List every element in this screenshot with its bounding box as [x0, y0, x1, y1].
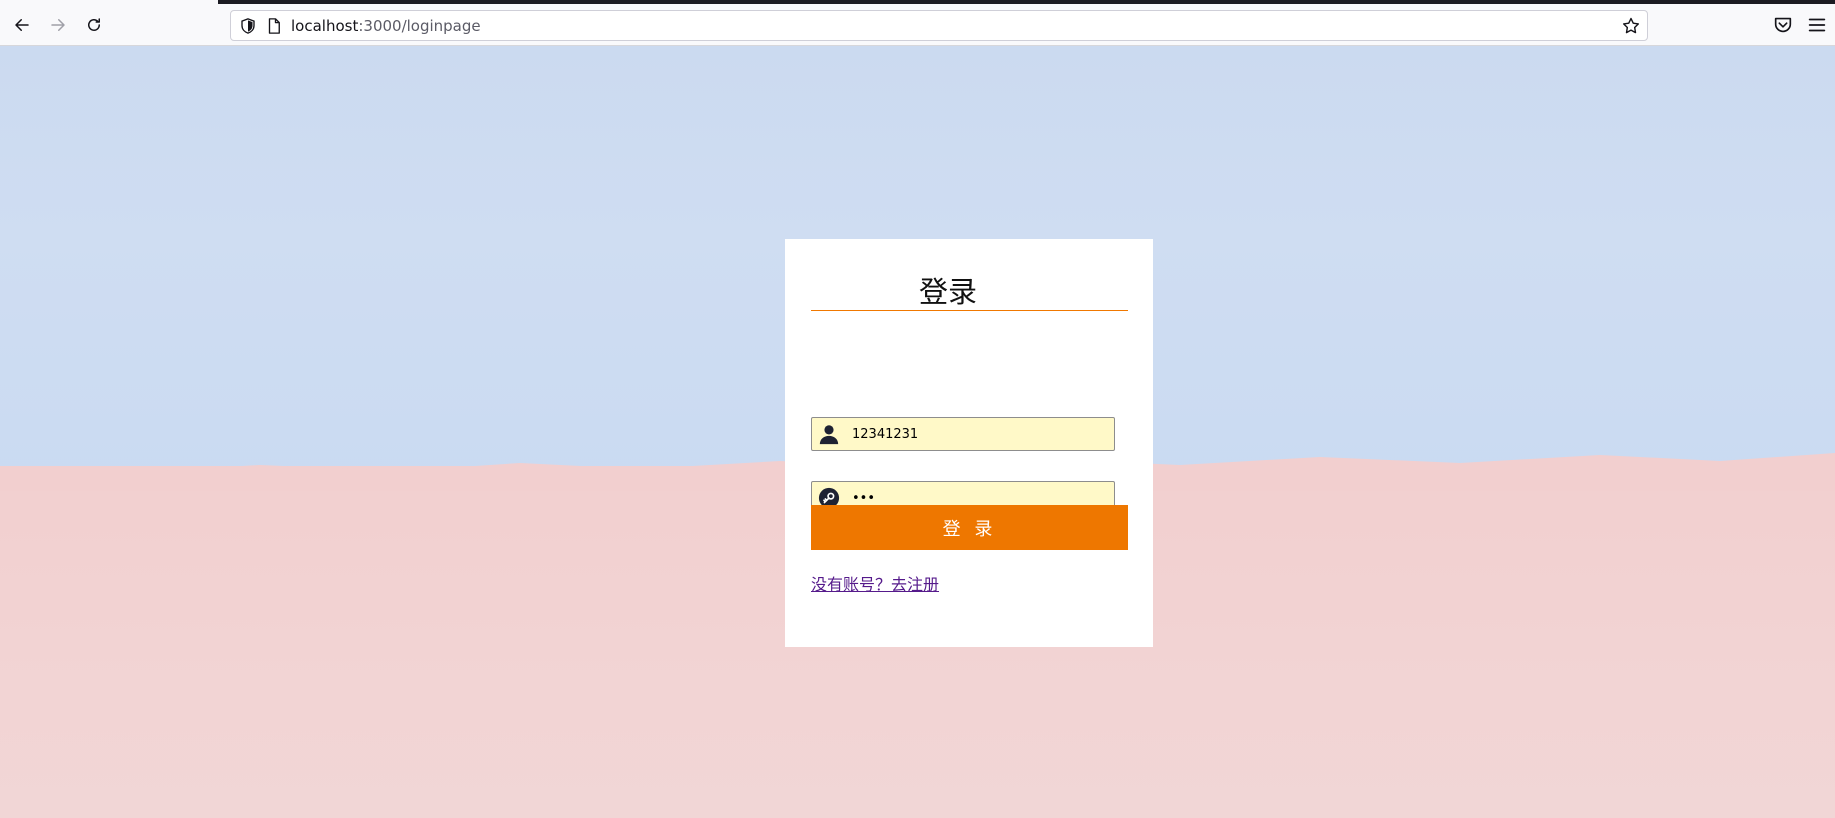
- back-arrow-icon: [15, 19, 29, 31]
- url-host: localhost: [291, 17, 359, 35]
- menu-icon[interactable]: [1806, 14, 1828, 36]
- username-field[interactable]: [811, 417, 1115, 451]
- back-button[interactable]: [10, 13, 34, 37]
- bookmark-star-icon[interactable]: [1621, 16, 1641, 36]
- shield-icon[interactable]: [239, 17, 257, 35]
- url-bar[interactable]: localhost:3000/loginpage: [230, 10, 1648, 41]
- login-page: 登录 登 录 没有账号？去注册: [0, 46, 1835, 818]
- title-divider: [811, 310, 1128, 311]
- browser-toolbar: localhost:3000/loginpage: [0, 0, 1835, 46]
- forward-arrow-icon: [51, 19, 65, 31]
- login-card: 登录 登 录 没有账号？去注册: [785, 239, 1153, 647]
- pocket-icon[interactable]: [1772, 14, 1794, 36]
- url-text[interactable]: localhost:3000/loginpage: [291, 17, 481, 35]
- page-icon: [268, 18, 280, 34]
- register-link[interactable]: 没有账号？去注册: [811, 571, 939, 595]
- username-input[interactable]: [852, 418, 1107, 450]
- user-icon: [819, 425, 839, 445]
- login-button[interactable]: 登 录: [811, 505, 1128, 550]
- tab-strip: [0, 0, 1835, 4]
- reload-button[interactable]: [82, 13, 106, 37]
- login-title: 登录: [918, 275, 977, 309]
- url-path: :3000/loginpage: [358, 17, 481, 35]
- forward-button[interactable]: [46, 13, 70, 37]
- reload-icon: [88, 18, 100, 31]
- active-tab[interactable]: [0, 0, 218, 4]
